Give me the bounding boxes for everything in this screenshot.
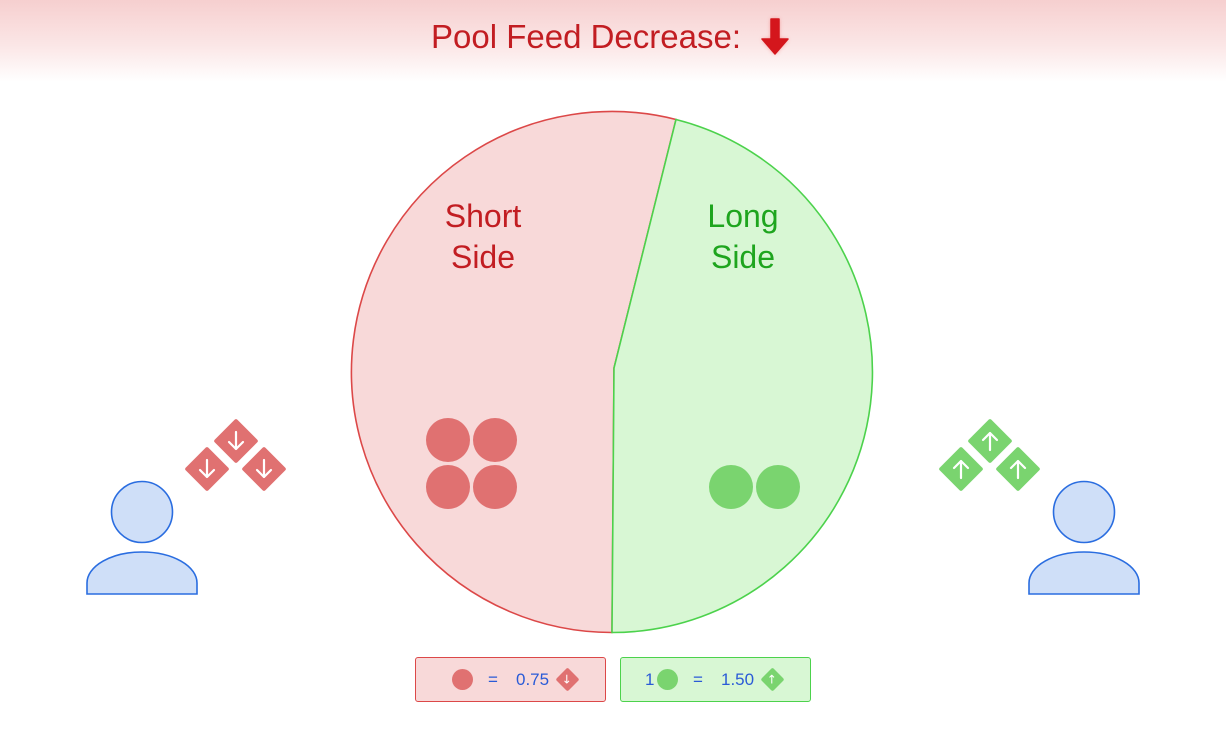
short-token (473, 418, 517, 462)
short-side-label-line2: Side (451, 239, 515, 275)
legend-long-value: 1.50 (721, 669, 755, 689)
right-trader-person-icon (1028, 480, 1140, 595)
up-arrow-diamond-icon (968, 419, 1012, 463)
legend-long-prefix: 1 (645, 669, 655, 689)
up-arrow-diamond-icon (996, 447, 1040, 491)
legend-short-equals: = (488, 669, 498, 689)
down-arrow-diamond-icon: ↓ (555, 667, 580, 692)
long-token-icon (657, 669, 678, 690)
down-arrow-diamond-icon (242, 447, 286, 491)
legend-long-equals: = (693, 669, 703, 689)
long-token (756, 465, 800, 509)
short-token-icon (452, 669, 473, 690)
legend-short: = 0.75 ↓ (415, 657, 606, 702)
down-arrow-diamond-icon (185, 447, 229, 491)
short-feed-diamonds (185, 419, 286, 491)
up-arrow-diamond-icon (939, 447, 983, 491)
long-token (709, 465, 753, 509)
left-trader-person-icon (86, 480, 198, 595)
short-token (473, 465, 517, 509)
long-side-label-line2: Side (711, 239, 775, 275)
short-side-label-line1: Short (445, 198, 522, 234)
long-side-label-line1: Long (707, 198, 778, 234)
legend-long: 1 = 1.50 ↑ (620, 657, 811, 702)
short-token (426, 418, 470, 462)
legend-short-value: 0.75 (516, 669, 550, 689)
short-token (426, 465, 470, 509)
pool-diagram: Short Side Long Side (86, 110, 1140, 634)
down-arrow-diamond-icon (214, 419, 258, 463)
up-arrow-diamond-icon: ↑ (760, 667, 785, 692)
long-feed-diamonds (939, 419, 1040, 491)
